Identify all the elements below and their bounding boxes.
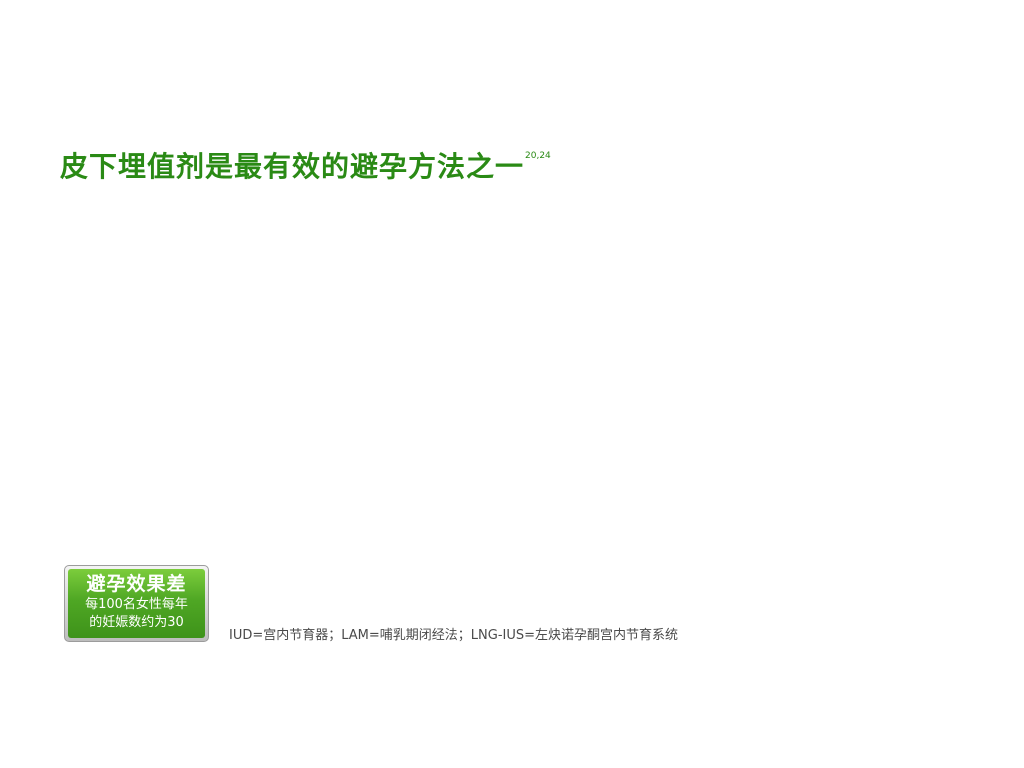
badge-line-2: 的妊娠数约为30	[89, 615, 184, 630]
slide-title: 皮下埋值剂是最有效的避孕方法之一20,24	[60, 136, 551, 187]
effectiveness-badge-body: 避孕效果差 每100名女性每年 的妊娠数约为30	[68, 569, 205, 638]
title-reference: 20,24	[525, 151, 551, 161]
badge-line-1: 每100名女性每年	[85, 597, 188, 612]
abbreviation-legend: IUD=宫内节育器；LAM=哺乳期闭经法；LNG-IUS=左炔诺孕酮宫内节育系统	[229, 628, 679, 643]
slide-canvas: 皮下埋值剂是最有效的避孕方法之一20,24 避孕效果差 每100名女性每年 的妊…	[0, 0, 1024, 768]
effectiveness-badge: 避孕效果差 每100名女性每年 的妊娠数约为30	[64, 565, 209, 642]
slide-title-text: 皮下埋值剂是最有效的避孕方法之一	[60, 150, 525, 183]
badge-heading: 避孕效果差	[86, 573, 187, 595]
